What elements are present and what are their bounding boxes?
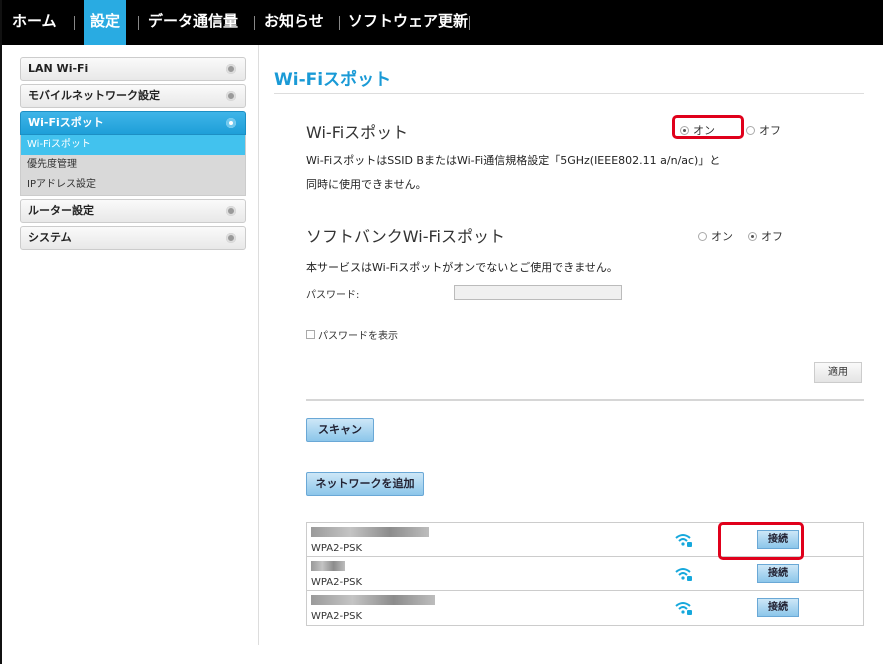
radio-icon xyxy=(698,231,707,241)
sidebar-item-router-settings[interactable]: ルーター設定 xyxy=(20,199,246,223)
top-nav: ホーム 設定 データ通信量 お知らせ ソフトウェア更新 xyxy=(2,0,883,45)
ssid-redacted xyxy=(311,595,435,605)
ssid-redacted xyxy=(311,527,429,537)
wifi-spot-note-line1: Wi-FiスポットはSSID BまたはWi-Fi通信規格設定「5GHz(IEEE… xyxy=(306,154,721,167)
show-password-checkbox[interactable]: パスワードを表示 xyxy=(306,327,398,342)
radio-icon xyxy=(746,125,755,135)
checkbox-label: パスワードを表示 xyxy=(318,331,398,342)
sidebar-item-system[interactable]: システム xyxy=(20,226,246,250)
nav-separator xyxy=(138,16,139,30)
title-divider xyxy=(274,93,864,94)
sidebar-item-label: システム xyxy=(28,231,72,244)
expand-dot-icon xyxy=(226,91,236,101)
wifi-lock-icon xyxy=(675,602,692,615)
connect-button[interactable]: 接続 xyxy=(757,598,799,617)
wifi-lock-icon xyxy=(675,534,692,547)
apply-button[interactable]: 適用 xyxy=(814,362,862,383)
network-row: WPA2-PSK 接続 xyxy=(307,591,863,625)
radio-icon xyxy=(748,231,757,241)
radio-label: オン xyxy=(693,124,715,137)
expand-dot-icon xyxy=(226,64,236,74)
section-divider xyxy=(306,399,864,401)
nav-data-usage[interactable]: データ通信量 xyxy=(148,0,238,45)
softbank-spot-title: ソフトバンクWi-Fiスポット xyxy=(306,227,505,246)
expand-dot-icon xyxy=(226,206,236,216)
connect-button[interactable]: 接続 xyxy=(757,564,799,583)
sidebar-item-lan-wifi[interactable]: LAN Wi-Fi xyxy=(20,57,246,81)
wifi-lock-icon xyxy=(675,568,692,581)
sidebar-item-label: LAN Wi-Fi xyxy=(28,62,89,75)
ssid-redacted xyxy=(311,561,345,571)
app-frame: ホーム 設定 データ通信量 お知らせ ソフトウェア更新 LAN Wi-Fi モバ… xyxy=(0,0,883,664)
radio-label: オフ xyxy=(759,124,781,137)
softbank-off-radio[interactable]: オフ xyxy=(748,228,783,244)
password-label: パスワード: xyxy=(306,290,360,301)
network-row: WPA2-PSK 接続 xyxy=(307,557,863,591)
nav-news[interactable]: お知らせ xyxy=(264,0,324,45)
sidebar-item-label: ルーター設定 xyxy=(28,204,94,217)
wifi-spot-title: Wi-Fiスポット xyxy=(306,123,409,142)
wifi-spot-off-radio[interactable]: オフ xyxy=(746,122,781,138)
softbank-on-radio[interactable]: オン xyxy=(698,228,733,244)
nav-settings[interactable]: 設定 xyxy=(84,0,127,45)
sidebar-item-mobile-network[interactable]: モバイルネットワーク設定 xyxy=(20,84,246,108)
nav-separator xyxy=(254,16,255,30)
nav-separator xyxy=(469,16,470,30)
security-type: WPA2-PSK xyxy=(311,543,363,554)
security-type: WPA2-PSK xyxy=(311,577,363,588)
expand-dot-icon xyxy=(226,233,236,243)
sidebar-item-wifi-spot[interactable]: Wi-Fiスポット xyxy=(20,111,246,135)
sidebar-submenu: Wi-Fiスポット 優先度管理 IPアドレス設定 xyxy=(20,135,246,196)
password-input[interactable] xyxy=(454,285,622,300)
radio-label: オン xyxy=(711,230,733,243)
content-divider xyxy=(258,45,259,645)
sidebar-item-label: モバイルネットワーク設定 xyxy=(28,89,160,102)
sidebar-subitem-priority[interactable]: 優先度管理 xyxy=(21,155,245,175)
scan-button[interactable]: スキャン xyxy=(306,418,374,442)
nav-software-update[interactable]: ソフトウェア更新 xyxy=(348,0,468,45)
sidebar: LAN Wi-Fi モバイルネットワーク設定 Wi-Fiスポット Wi-Fiスポ… xyxy=(20,57,246,253)
page-title: Wi-Fiスポット xyxy=(274,70,392,90)
nav-separator xyxy=(74,16,75,30)
add-network-button[interactable]: ネットワークを追加 xyxy=(306,472,424,496)
softbank-note: 本サービスはWi-Fiスポットがオンでないとご使用できません。 xyxy=(306,261,618,274)
nav-separator xyxy=(339,16,340,30)
highlight-frame xyxy=(718,522,804,560)
nav-home[interactable]: ホーム xyxy=(12,0,57,45)
checkbox-icon xyxy=(306,330,315,339)
radio-icon xyxy=(680,125,689,135)
security-type: WPA2-PSK xyxy=(311,611,363,622)
expand-dot-icon xyxy=(226,118,236,128)
wifi-spot-on-radio[interactable]: オン xyxy=(680,122,715,138)
radio-label: オフ xyxy=(761,230,783,243)
sidebar-subitem-ip-address[interactable]: IPアドレス設定 xyxy=(21,175,245,195)
sidebar-item-label: Wi-Fiスポット xyxy=(28,116,104,129)
sidebar-subitem-wifi-spot[interactable]: Wi-Fiスポット xyxy=(21,135,245,155)
wifi-spot-note-line2: 同時に使用できません。 xyxy=(306,178,427,191)
